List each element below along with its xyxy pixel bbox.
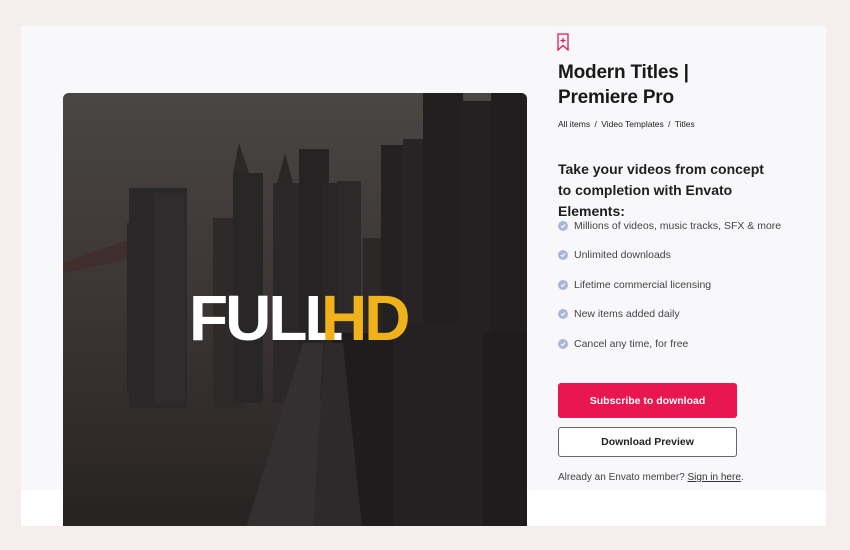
download-preview-button[interactable]: Download Preview bbox=[558, 427, 737, 457]
preview-image[interactable]: FULL HD bbox=[63, 93, 527, 526]
check-icon bbox=[558, 220, 568, 231]
feature-item: Cancel any time, for free bbox=[558, 329, 781, 359]
product-title: Modern Titles | Premiere Pro bbox=[558, 62, 689, 108]
feature-item: Millions of videos, music tracks, SFX & … bbox=[558, 211, 781, 241]
check-icon bbox=[558, 250, 568, 261]
preview-text-hd: HD bbox=[321, 282, 408, 354]
check-icon bbox=[558, 309, 568, 320]
member-prompt: Already an Envato member? bbox=[558, 472, 685, 483]
subscribe-button[interactable]: Subscribe to download bbox=[558, 383, 737, 418]
feature-item: New items added daily bbox=[558, 300, 781, 330]
feature-item: Lifetime commercial licensing bbox=[558, 270, 781, 300]
member-period: . bbox=[740, 472, 744, 483]
breadcrumb-titles[interactable]: Titles bbox=[675, 119, 695, 129]
bookmark-icon[interactable] bbox=[557, 33, 569, 51]
check-icon bbox=[558, 338, 568, 349]
check-icon bbox=[558, 279, 568, 290]
feature-label: Cancel any time, for free bbox=[574, 337, 689, 350]
breadcrumb-separator: / bbox=[594, 119, 597, 129]
city-skyline-image: FULL HD bbox=[63, 93, 527, 526]
breadcrumb-video-templates[interactable]: Video Templates bbox=[601, 119, 664, 129]
preview-text-full: FULL bbox=[189, 282, 342, 354]
member-signin-text: Already an Envato member? Sign in here. bbox=[558, 472, 744, 483]
feature-label: Lifetime commercial licensing bbox=[574, 278, 712, 291]
breadcrumb-all-items[interactable]: All items bbox=[558, 119, 590, 129]
product-card: FULL HD Modern Titles | Premiere Pro All… bbox=[21, 26, 826, 526]
feature-label: Millions of videos, music tracks, SFX & … bbox=[574, 219, 782, 232]
feature-list: Millions of videos, music tracks, SFX & … bbox=[558, 211, 781, 359]
feature-item: Unlimited downloads bbox=[558, 241, 781, 271]
sign-in-link[interactable]: Sign in here bbox=[688, 472, 741, 483]
breadcrumb-separator: / bbox=[668, 119, 671, 129]
breadcrumb: All items / Video Templates / Titles bbox=[558, 119, 695, 129]
feature-label: Unlimited downloads bbox=[574, 249, 671, 262]
feature-label: New items added daily bbox=[574, 308, 680, 321]
